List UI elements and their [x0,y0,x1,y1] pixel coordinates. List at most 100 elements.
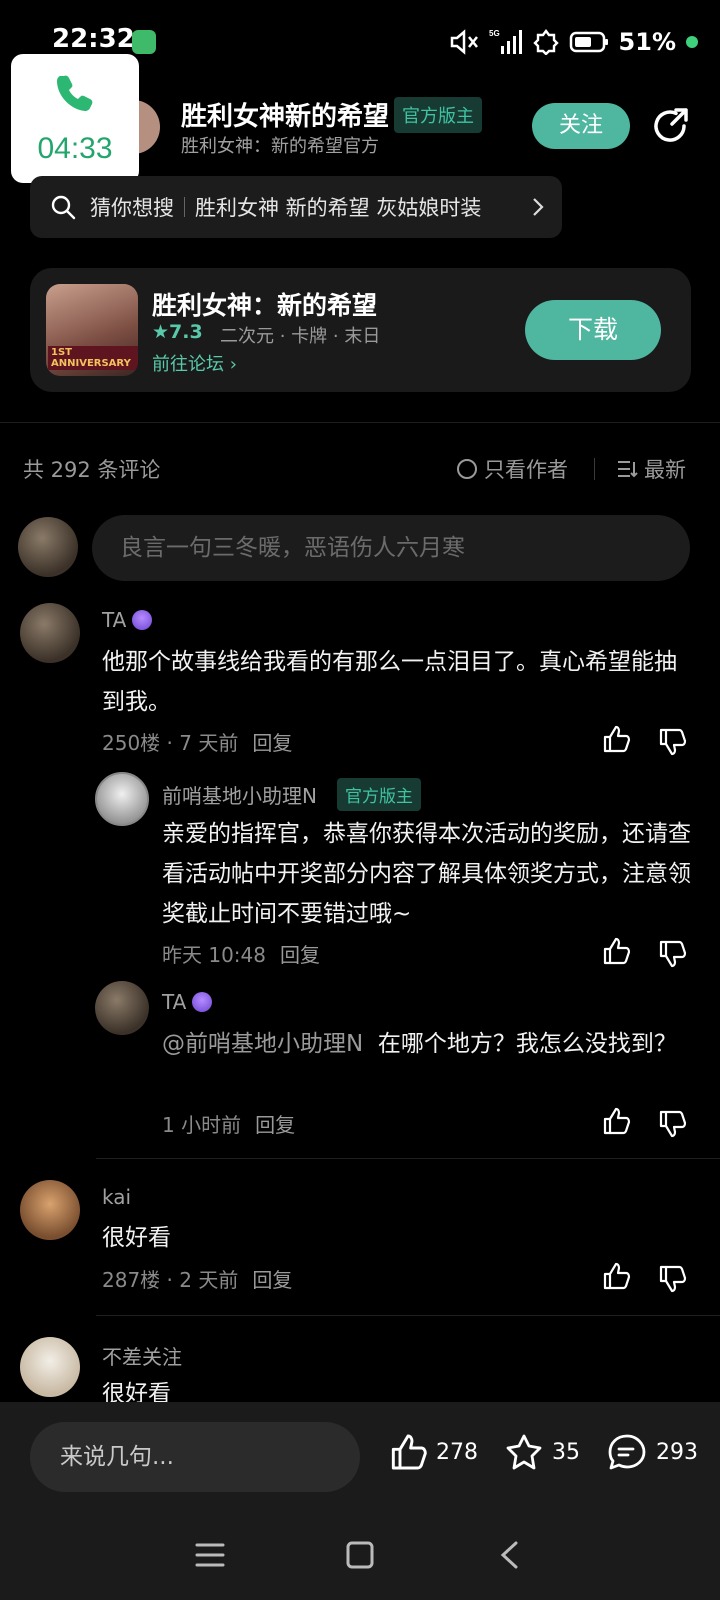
forum-subtitle: 胜利女神：新的希望官方 [181,136,379,157]
reply-time: 昨天 10:48 [162,943,266,967]
official-badge: 官方版主 [337,778,421,811]
game-card[interactable]: 1ST ANNIVERSARY 胜利女神：新的希望 ★7.3 二次元 · 卡牌 … [30,268,691,392]
mute-icon [450,29,478,55]
download-button[interactable]: 下载 [525,300,661,360]
thumbs-up-icon [391,1434,427,1470]
comment-divider [96,1158,720,1159]
avatar[interactable] [20,1337,80,1397]
comment-icon [608,1434,646,1470]
game-icon: 1ST ANNIVERSARY [46,284,138,376]
thumbs-up-icon[interactable] [601,936,631,966]
reply-button[interactable]: 回复 [280,943,320,967]
level-badge-icon [132,610,153,630]
avatar[interactable] [20,1180,80,1240]
comment-input[interactable]: 良言一句三冬暖，恶语伤人六月寒 [92,515,690,581]
like-count: 278 [436,1439,478,1465]
avatar[interactable] [95,981,149,1035]
comment-username[interactable]: 不差关注 [102,1341,182,1370]
thumbs-up-icon[interactable] [601,1261,631,1291]
comment-total: 293 [656,1439,698,1465]
like-button[interactable]: 278 [388,1432,478,1472]
favorite-button[interactable]: 35 [504,1432,580,1472]
mention-link[interactable]: @前哨基地小助理N [162,1031,363,1057]
search-prefix: 猜你想搜 [90,196,174,220]
menu-icon[interactable] [195,1540,225,1570]
radio-icon [457,459,477,479]
thumbs-down-icon[interactable] [657,939,687,969]
rating-value: 7.3 [169,321,203,343]
header-divider [594,458,595,480]
avatar[interactable] [95,772,149,826]
reply-button[interactable]: 回复 [252,1268,292,1292]
reply-button[interactable]: 回复 [252,731,292,755]
reply-body: 在哪个地方？我怎么没找到？ [377,1031,677,1057]
game-rating: ★7.3 [152,321,203,343]
reply-text: @前哨基地小助理N 在哪个地方？我怎么没找到？ [162,1024,692,1064]
my-avatar [18,517,78,577]
star-icon [506,1434,542,1470]
official-badge: 官方版主 [394,97,482,133]
battery-percentage: 51% [618,28,676,56]
thumbs-up-icon[interactable] [601,1106,631,1136]
username-text: TA [102,608,127,632]
level-badge-icon [192,992,213,1012]
reply-username[interactable]: 前哨基地小助理N [162,780,317,809]
game-tags: 二次元 · 卡牌 · 末日 [220,326,381,347]
username-text: TA [162,990,187,1014]
thumbs-down-icon[interactable] [657,1109,687,1139]
game-name: 胜利女神：新的希望 [152,291,378,320]
thumbs-down-icon[interactable] [657,727,687,757]
comment-divider [96,1315,720,1316]
reply-meta: 1 小时前 回复 [162,1109,295,1138]
status-icons: 5G 51% [449,26,698,58]
thumbs-down-icon[interactable] [657,1264,687,1294]
reply-meta: 昨天 10:48 回复 [162,939,320,968]
comment-username[interactable]: kai [102,1185,131,1209]
comment-time: 7 天前 [179,731,239,755]
sort-icon [618,461,638,478]
avatar[interactable] [20,603,80,663]
comment-time: 2 天前 [179,1268,239,1292]
sort-label: 最新 [644,458,686,482]
comment-meta: 287楼 · 2 天前 回复 [102,1268,293,1292]
settings-badge-icon [532,29,559,55]
only-author-label: 只看作者 [484,458,568,482]
comments-button[interactable]: 293 [606,1432,698,1472]
chevron-right-icon [533,198,544,216]
back-icon[interactable] [498,1540,522,1570]
comment-text: 他那个故事线给我看的有那么一点泪目了。真心希望能抽到我。 [102,649,677,715]
home-icon[interactable] [345,1540,375,1570]
call-duration: 04:33 [37,132,113,165]
thumbs-up-icon[interactable] [601,724,631,754]
status-time: 22:32 [52,24,135,54]
reply-text: 亲爱的指挥官，恭喜你获得本次活动的奖励，还请查看活动帖中开奖部分内容了解具体领奖… [162,821,691,927]
section-divider [0,422,720,423]
sort-button[interactable]: 最新 [616,454,686,484]
charging-dot [686,36,698,48]
star-icon: ★ [152,321,170,343]
reply-username[interactable]: TA [162,990,213,1014]
forum-link[interactable]: 前往论坛 › [152,350,237,376]
anniversary-label: 1ST ANNIVERSARY [48,346,138,370]
floor-number: 250楼 [102,731,161,755]
search-bar[interactable]: 猜你想搜 胜利女神 新的希望 灰姑娘时装 [30,176,562,238]
forum-link-label: 前往论坛 [152,354,224,375]
search-divider [184,197,185,217]
reply-input[interactable]: 来说几句... [30,1422,360,1492]
phone-icon [57,75,93,111]
only-author-toggle[interactable]: 只看作者 [456,454,568,484]
search-icon [51,195,76,220]
follow-button[interactable]: 关注 [532,103,630,149]
comment-count: 共 292 条评论 [23,458,161,482]
comment-text: 很好看 [102,1225,171,1251]
reply-time: 1 小时前 [162,1113,242,1137]
battery-icon [569,31,608,53]
comment-username[interactable]: TA [102,608,153,632]
share-icon[interactable] [650,106,690,146]
svg-text:5G: 5G [489,29,500,38]
system-nav-bar [0,1508,720,1600]
bottom-action-bar: 来说几句... 278 35 293 [0,1402,720,1508]
call-chip[interactable]: 04:33 [11,54,139,183]
reply-button[interactable]: 回复 [255,1113,295,1137]
wechat-notification-icon [132,30,156,54]
